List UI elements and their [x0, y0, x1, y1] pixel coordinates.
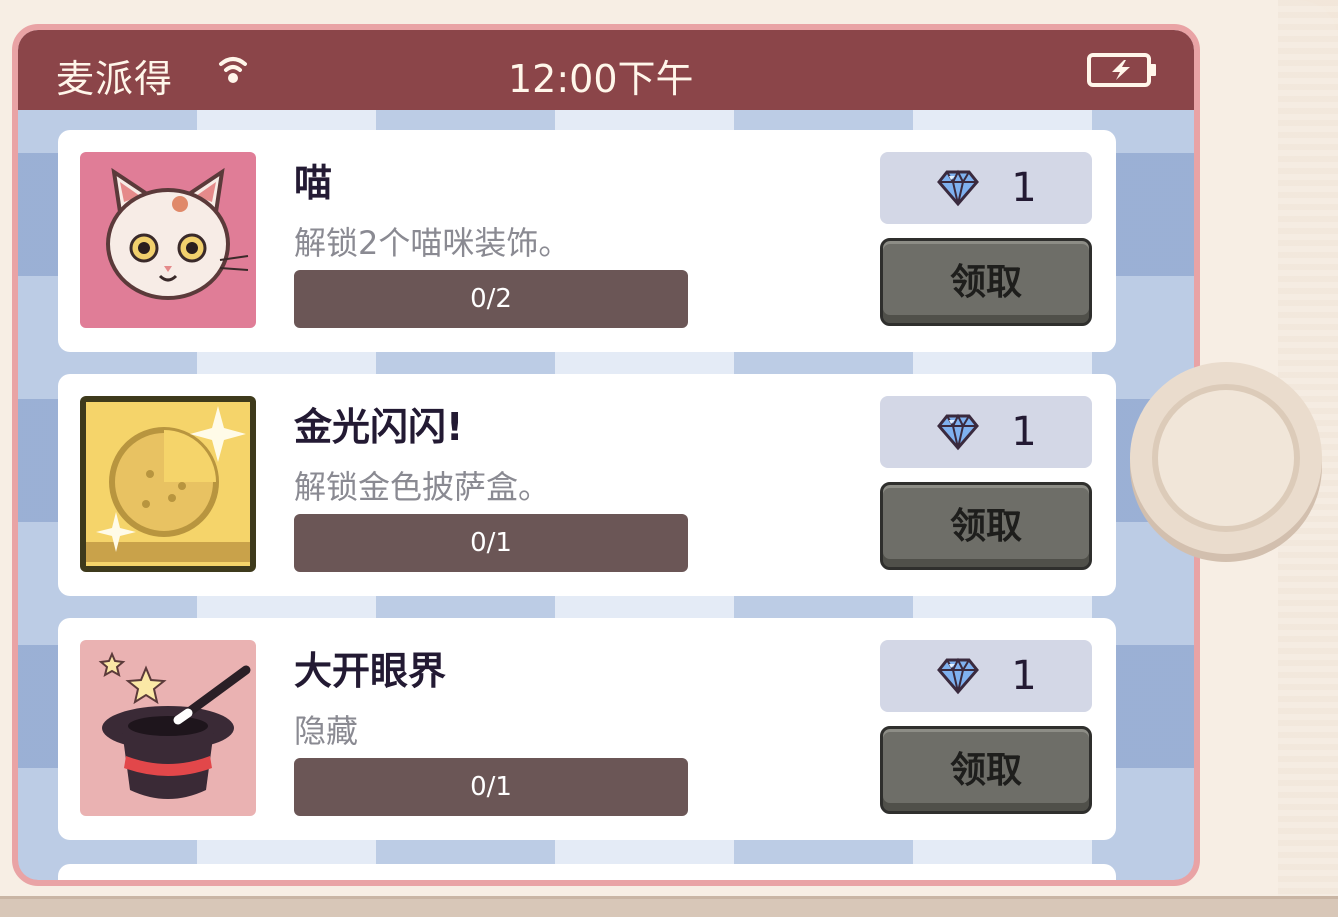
reward-badge: 1: [880, 152, 1092, 224]
reward-count: 1: [1011, 653, 1037, 699]
progress-label: 0/1: [470, 528, 512, 558]
carrier-name: 麦派得: [56, 57, 174, 101]
progress-bar: 0/2: [294, 270, 688, 328]
claim-button[interactable]: 领取: [880, 482, 1092, 570]
achievement-card-partial: [58, 864, 1116, 880]
achievement-title: 大开眼界: [294, 649, 447, 693]
claim-button[interactable]: 领取: [880, 238, 1092, 326]
reward-count: 1: [1011, 165, 1037, 211]
status-bar: 麦派得 12:00下午: [18, 30, 1194, 110]
home-button[interactable]: [1130, 362, 1322, 554]
progress-label: 0/1: [470, 772, 512, 802]
screen-frame: 麦派得 12:00下午 喵 解锁2个喵咪装饰。 0/2 1 领取 金光闪闪! 解…: [12, 24, 1200, 886]
wifi-icon: [219, 57, 247, 83]
device-bottom-edge: [0, 896, 1338, 917]
home-button-face: [1152, 384, 1300, 532]
reward-badge: 1: [880, 396, 1092, 468]
gem-icon: [937, 413, 980, 451]
golden-pizza-box-icon: [80, 396, 256, 572]
cat-icon: [80, 152, 256, 328]
achievement-description: 解锁2个喵咪装饰。: [294, 224, 571, 262]
achievement-title: 金光闪闪!: [294, 405, 464, 449]
tablet-device: 麦派得 12:00下午 喵 解锁2个喵咪装饰。 0/2 1 领取 金光闪闪! 解…: [0, 0, 1338, 917]
battery-charging-icon: [1087, 53, 1156, 87]
claim-button[interactable]: 领取: [880, 726, 1092, 814]
progress-label: 0/2: [470, 284, 512, 314]
achievement-card: 金光闪闪! 解锁金色披萨盒。 0/1 1 领取: [58, 374, 1116, 596]
achievement-title: 喵: [294, 161, 333, 205]
progress-bar: 0/1: [294, 758, 688, 816]
progress-bar: 0/1: [294, 514, 688, 572]
gem-icon: [937, 657, 980, 695]
achievement-description: 解锁金色披萨盒。: [294, 468, 551, 506]
clock: 12:00下午: [508, 57, 694, 101]
reward-badge: 1: [880, 640, 1092, 712]
screen: 麦派得 12:00下午 喵 解锁2个喵咪装饰。 0/2 1 领取 金光闪闪! 解…: [18, 30, 1194, 880]
achievement-card: 大开眼界 隐藏 0/1 1 领取: [58, 618, 1116, 840]
reward-count: 1: [1011, 409, 1037, 455]
magic-hat-icon: [80, 640, 256, 816]
gem-icon: [937, 169, 980, 207]
achievement-description: 隐藏: [294, 712, 359, 750]
achievement-card: 喵 解锁2个喵咪装饰。 0/2 1 领取: [58, 130, 1116, 352]
